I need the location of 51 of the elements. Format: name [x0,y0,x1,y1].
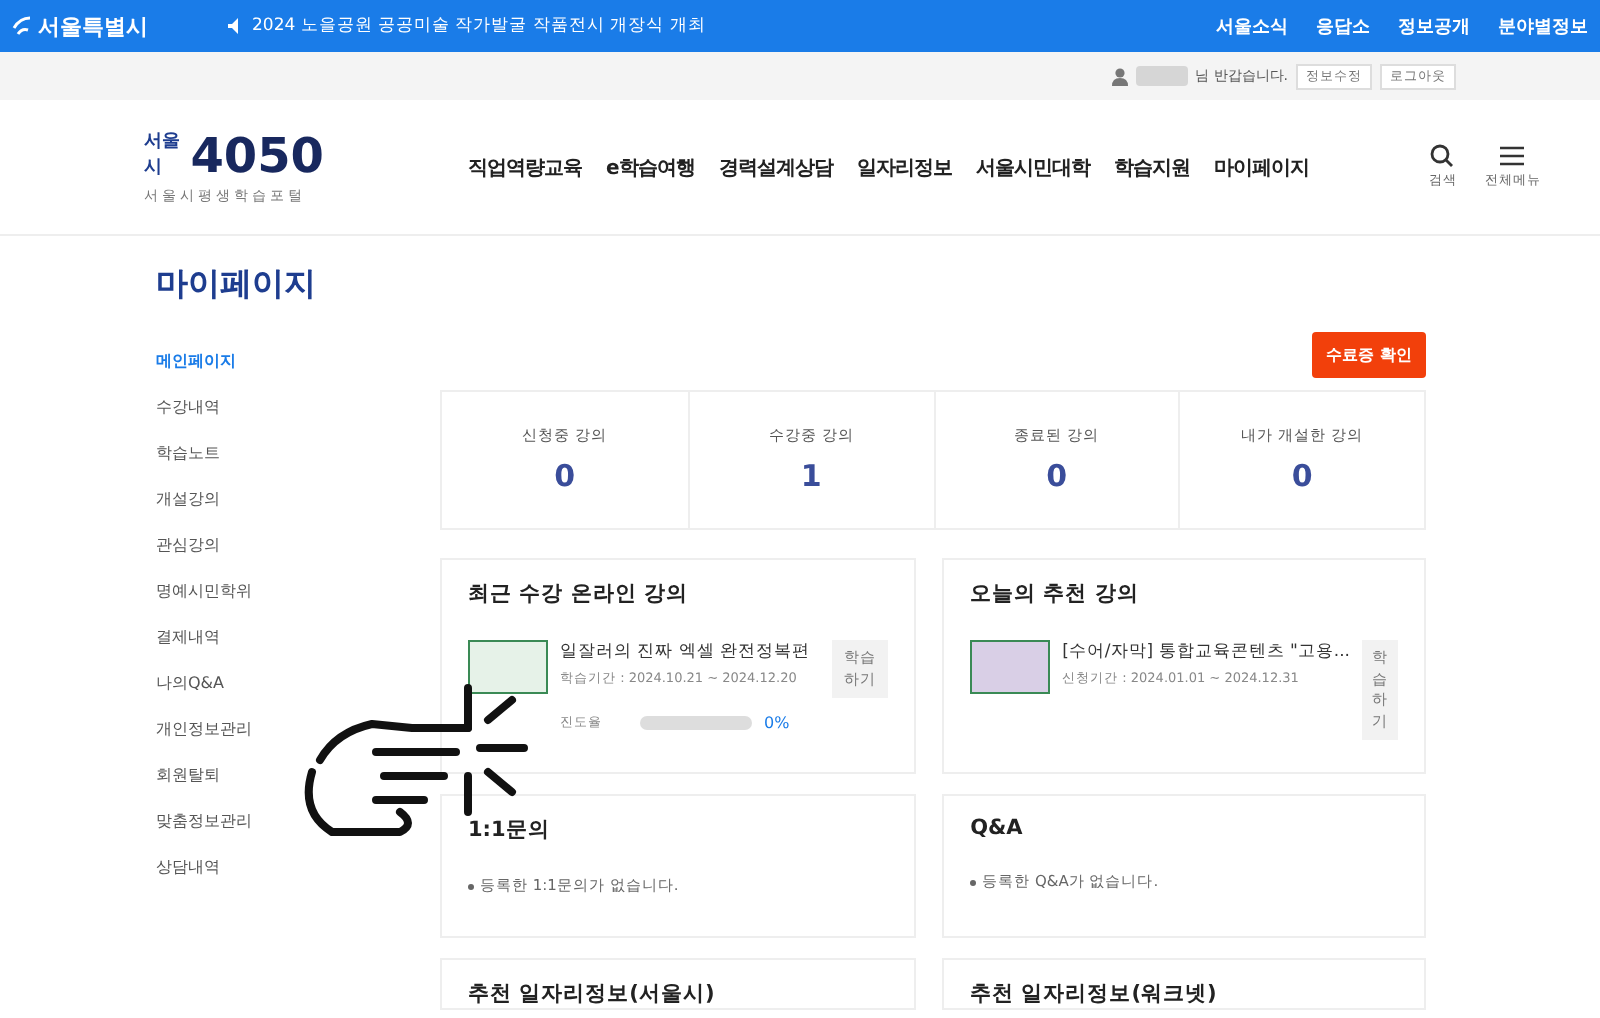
progress-reading: 0% [764,714,790,732]
sidebar-item[interactable]: 명예시민학위 [156,580,440,626]
top-link[interactable]: 응답소 [1316,13,1370,39]
user-icon [1111,67,1128,85]
card-title: 1:1문의 [468,816,552,844]
nav-item[interactable]: 직업역량교육 [468,153,582,181]
sidebar-item[interactable]: 결제내역 [156,626,440,672]
certificate-button[interactable]: 수료증 확인 [1312,332,1426,378]
stat-value: 0 [554,458,576,494]
city-logo: 서울특별시 [12,11,148,41]
nav-item[interactable]: 마이페이지 [1213,153,1309,181]
top-link[interactable]: 서울소식 [1216,13,1288,39]
sidebar-item[interactable]: 개설강의 [156,488,440,534]
bullet-icon [468,883,474,889]
card-title: 오늘의 추천 강의 [970,580,1141,608]
nav-item[interactable]: 서울시민대학 [975,153,1090,181]
sidebar-item[interactable]: 나의Q&A [156,672,440,718]
course-thumbnail [970,640,1051,694]
speaker-icon [228,18,244,34]
menu-icon [1500,144,1525,168]
sidebar-item[interactable]: 메인페이지 [156,350,440,396]
stat-value: 0 [1291,458,1313,494]
sidebar-item[interactable]: 맞춤정보관리 [156,810,440,856]
sidebar-item[interactable]: 회원탈퇴 [156,764,440,810]
nav-item[interactable]: 학습지원 [1113,153,1190,181]
card-title: 추천 일자리정보(서울시) [468,980,717,1008]
page-title: 마이페이지 [156,264,318,306]
course-title: [수어/자막] 통합교육콘텐츠 "고용... [1062,640,1350,664]
blurred-name [1135,66,1188,86]
sidebar-item[interactable]: 상담내역 [156,856,440,902]
course-title: 일잘러의 진짜 엑셀 완전정복편 [560,640,813,664]
top-link[interactable]: 분야별정보 [1498,13,1588,39]
notice-text: 2024 노을공원 공공미술 작가발굴 작품전시 개장식 개최 [252,14,706,38]
sidebar-item[interactable]: 관심강의 [156,534,440,580]
top-link[interactable]: 정보공개 [1398,13,1470,39]
card-title: 추천 일자리정보(워크넷) [970,980,1219,1008]
sidebar-item[interactable]: 개인정보관리 [156,718,440,764]
nav-item[interactable]: 경력설계상담 [718,153,833,181]
search-icon [1430,144,1455,168]
card-title: 최근 수강 온라인 강의 [468,580,690,608]
card-title: Q&A [970,816,1025,840]
nav-item[interactable]: e학습여행 [606,153,695,181]
nav-item[interactable]: 일자리정보 [856,153,952,181]
logo-number: 4050 [190,132,324,180]
stat-value: 0 [1046,458,1068,494]
course-thumbnail [468,640,548,694]
bullet-icon [970,879,977,885]
logo-text: 서울시 [144,130,182,180]
sidebar-item[interactable]: 수강내역 [156,396,440,442]
sidebar-item[interactable]: 학습노트 [156,442,440,488]
stat-value: 1 [800,458,822,494]
